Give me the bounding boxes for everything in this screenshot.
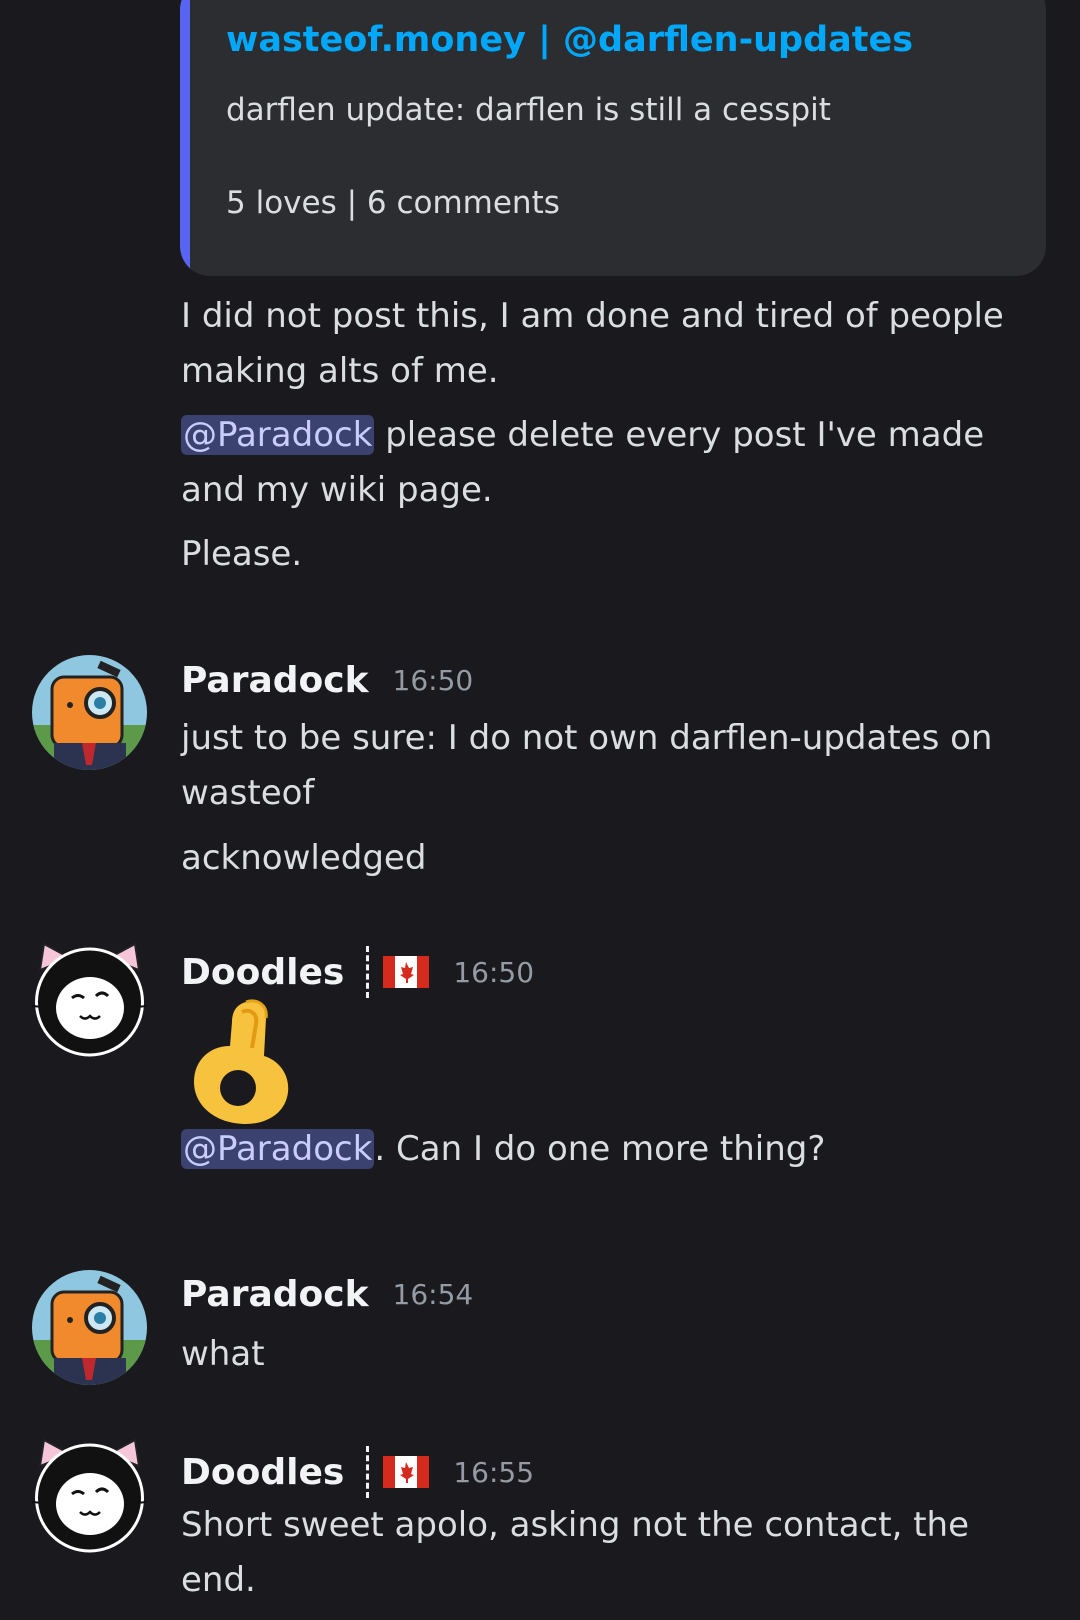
message-text: Short sweet apolo, asking not the contac…: [181, 1505, 969, 1545]
paradock-avatar-icon: [32, 1270, 147, 1385]
timestamp: 16:55: [453, 1455, 535, 1489]
message-text: I did not post this, I am done and tired…: [181, 296, 1004, 336]
message-text: just to be sure: I do not own darflen-up…: [181, 718, 993, 758]
avatar-doodles[interactable]: [32, 1438, 147, 1553]
username[interactable]: Doodles: [181, 1452, 344, 1493]
avatar-paradock[interactable]: [32, 1270, 147, 1385]
timestamp: 16:54: [392, 1278, 474, 1311]
timestamp: 16:50: [453, 955, 535, 989]
canada-flag-icon: [383, 956, 430, 988]
message-text: end.: [181, 1560, 256, 1600]
message-header: Doodles 16:55: [181, 1446, 534, 1498]
user-mention[interactable]: @Paradock: [181, 415, 375, 455]
name-divider: [366, 946, 370, 998]
username[interactable]: Paradock: [181, 660, 369, 701]
message-text: wasteof: [181, 773, 315, 813]
message-header: Paradock 16:50: [181, 660, 473, 701]
message-text: what: [181, 1334, 265, 1374]
embed-accent-bar: [180, 0, 190, 276]
message-text: and my wiki page.: [181, 470, 493, 510]
message-text-segment: . Can I do one more thing?: [374, 1129, 826, 1169]
chat-view: wasteof.money | @darflen-updates darflen…: [0, 0, 1080, 1620]
avatar-doodles[interactable]: [32, 942, 147, 1057]
paradock-avatar-icon: [32, 655, 147, 770]
embed-description: darflen update: darflen is still a cessp…: [226, 92, 831, 128]
message-text-segment: please delete every post I've made: [374, 415, 985, 455]
message-text: making alts of me.: [181, 351, 499, 391]
doodles-avatar-icon: [32, 942, 147, 1057]
canada-flag-icon: [383, 1456, 430, 1488]
message-text: acknowledged: [181, 838, 427, 878]
doodles-avatar-icon: [32, 1438, 147, 1553]
message-text: @Paradock please delete every post I've …: [181, 407, 984, 463]
ok-hand-emoji: [186, 996, 300, 1126]
message-text: Please.: [181, 534, 303, 574]
name-divider: [366, 1446, 370, 1498]
link-embed[interactable]: wasteof.money | @darflen-updates darflen…: [180, 0, 1046, 276]
embed-title-link[interactable]: wasteof.money | @darflen-updates: [226, 20, 913, 60]
message-header: Doodles 16:50: [181, 946, 534, 998]
timestamp: 16:50: [392, 664, 474, 697]
username[interactable]: Doodles: [181, 952, 344, 993]
message-text: @Paradock. Can I do one more thing?: [181, 1121, 825, 1177]
message-header: Paradock 16:54: [181, 1274, 473, 1315]
user-mention[interactable]: @Paradock: [181, 1129, 375, 1169]
username[interactable]: Paradock: [181, 1274, 369, 1315]
avatar-paradock[interactable]: [32, 655, 147, 770]
embed-stats: 5 loves | 6 comments: [226, 185, 560, 221]
